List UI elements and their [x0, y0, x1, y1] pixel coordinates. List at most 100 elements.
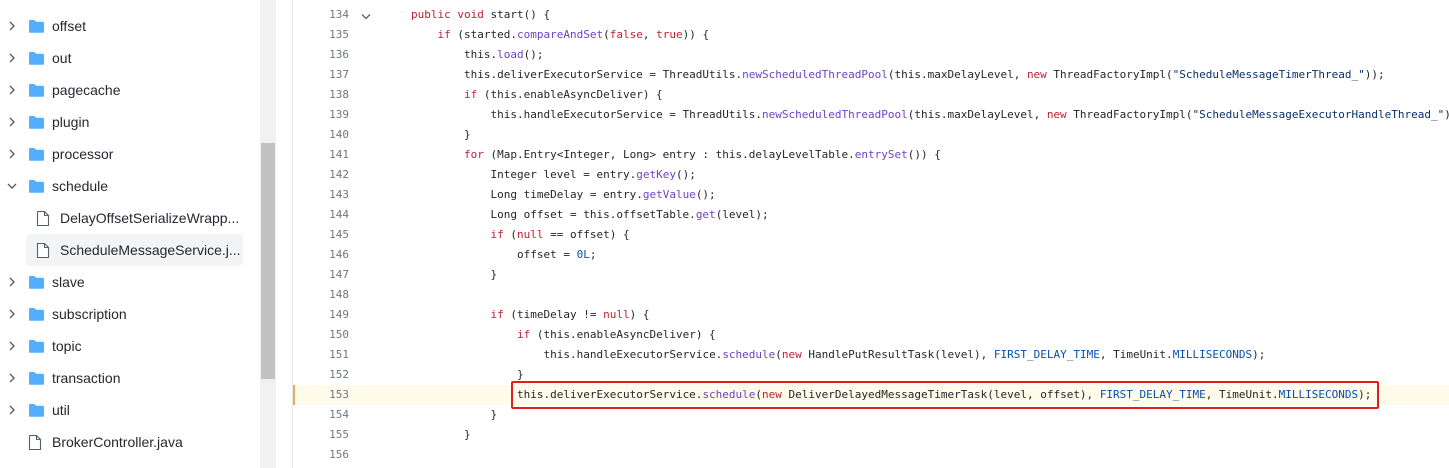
line-number[interactable]: 144: [293, 208, 349, 222]
line-number[interactable]: 156: [293, 448, 349, 462]
line-number[interactable]: 134: [293, 8, 349, 22]
code-token: ));: [1444, 108, 1449, 121]
tree-item-topic[interactable]: topic: [0, 330, 260, 362]
line-number[interactable]: 155: [293, 428, 349, 442]
code-token: if: [490, 228, 504, 241]
chevron-right-icon[interactable]: [4, 50, 20, 66]
code-text: }: [464, 428, 471, 442]
fold-chevron-icon[interactable]: [361, 11, 371, 20]
line-number[interactable]: 138: [293, 88, 349, 102]
code-token: ();: [675, 168, 696, 181]
line-number[interactable]: 154: [293, 408, 349, 422]
chevron-right-icon[interactable]: [4, 18, 20, 34]
code-token: ();: [695, 188, 716, 201]
tree-item-plugin[interactable]: plugin: [0, 106, 260, 138]
code-token: this.handleExecutorService.: [543, 348, 723, 361]
tree-item-util[interactable]: util: [0, 394, 260, 426]
code-token: if: [517, 328, 531, 341]
tree-item-offset[interactable]: offset: [0, 10, 260, 42]
file-icon: [36, 242, 50, 259]
code-text: this.handleExecutorService = ThreadUtils…: [491, 108, 1449, 122]
line-number[interactable]: 145: [293, 228, 349, 242]
line-number[interactable]: 142: [293, 168, 349, 182]
line-number[interactable]: 141: [293, 148, 349, 162]
chevron-right-icon[interactable]: [4, 146, 20, 162]
line-number[interactable]: 136: [293, 48, 349, 62]
chevron-right-icon[interactable]: [4, 306, 20, 322]
code-token: ThreadFactoryImpl(: [1066, 108, 1193, 121]
tree-item-processor[interactable]: processor: [0, 138, 260, 170]
chevron-right-icon[interactable]: [4, 114, 20, 130]
folder-icon: [28, 370, 45, 386]
line-number[interactable]: 140: [293, 128, 349, 142]
folder-icon: [28, 146, 45, 162]
line-number[interactable]: 153: [293, 388, 349, 402]
line-number[interactable]: 137: [293, 68, 349, 82]
code-line: 155}: [293, 425, 1449, 445]
chevron-right-icon[interactable]: [4, 82, 20, 98]
code-text: this.deliverExecutorService = ThreadUtil…: [464, 68, 1385, 82]
tree-item-label: processor: [52, 146, 114, 162]
code-text: this.handleExecutorService.schedule(new …: [544, 348, 1266, 362]
code-text: for (Map.Entry<Integer, Long> entry : th…: [464, 148, 941, 162]
line-number[interactable]: 150: [293, 328, 349, 342]
code-token: for: [464, 148, 484, 161]
code-token: get: [695, 208, 716, 221]
tree-item-brokercontroller-java[interactable]: BrokerController.java: [0, 426, 260, 458]
chevron-right-icon[interactable]: [4, 338, 20, 354]
line-number[interactable]: 149: [293, 308, 349, 322]
folder-icon: [28, 114, 45, 130]
code-text: Long timeDelay = entry.getValue();: [491, 188, 716, 202]
tree-item-schedule[interactable]: schedule: [0, 170, 260, 202]
tree-item-delayoffsetserializewrapp[interactable]: DelayOffsetSerializeWrapp...: [0, 202, 260, 234]
code-token: newScheduledThreadPool: [762, 108, 908, 121]
code-token: "ScheduleMessageExecutorHandleThread_": [1192, 108, 1445, 121]
tree-scrollbar-thumb[interactable]: [261, 143, 275, 379]
code-line: 134 public void start() {: [293, 5, 1449, 25]
code-line: 135 if (started.compareAndSet(false, true…: [293, 25, 1449, 45]
line-number[interactable]: 152: [293, 368, 349, 382]
chevron-down-icon[interactable]: [4, 178, 20, 194]
line-number[interactable]: 146: [293, 248, 349, 262]
code-token: (: [775, 348, 782, 361]
file-tree: offset out pagecache plugin processor schedul…: [0, 0, 260, 468]
code-token: }: [464, 428, 471, 441]
code-token: compareAndSet: [516, 28, 604, 41]
line-number[interactable]: 143: [293, 188, 349, 202]
code-token: new: [781, 348, 802, 361]
tree-item-pagecache[interactable]: pagecache: [0, 74, 260, 106]
line-number[interactable]: 148: [293, 288, 349, 302]
code-token: offset =: [517, 248, 577, 261]
code-token: start() {: [483, 8, 551, 21]
folder-icon: [28, 18, 45, 34]
tree-item-out[interactable]: out: [0, 42, 260, 74]
folder-icon: [28, 178, 45, 194]
code-token: load: [497, 48, 524, 61]
chevron-right-icon[interactable]: [4, 274, 20, 290]
line-number[interactable]: 135: [293, 28, 349, 42]
tree-item-slave[interactable]: slave: [0, 266, 260, 298]
line-number[interactable]: 151: [293, 348, 349, 362]
code-token: );: [1252, 348, 1266, 361]
code-token: (this.enableAsyncDeliver) {: [477, 88, 663, 101]
tree-item-transaction[interactable]: transaction: [0, 362, 260, 394]
code-token: == offset) {: [543, 228, 630, 241]
line-number[interactable]: 139: [293, 108, 349, 122]
code-token: (this.maxDelayLevel,: [887, 68, 1027, 81]
line-number[interactable]: 147: [293, 268, 349, 282]
chevron-right-icon[interactable]: [4, 370, 20, 386]
code-token: ,: [642, 28, 657, 41]
code-token: new: [1046, 108, 1067, 121]
code-token: ThreadFactoryImpl(: [1046, 68, 1173, 81]
code-line: 146 offset = 0L;: [293, 245, 1449, 265]
code-token: schedule: [722, 348, 776, 361]
chevron-right-icon[interactable]: [4, 402, 20, 418]
tree-item-schedulemessageservice-j[interactable]: ScheduleMessageService.j...: [0, 234, 260, 266]
code-line: 140}: [293, 125, 1449, 145]
tree-item-subscription[interactable]: subscription: [0, 298, 260, 330]
code-token: Long offset = this.offsetTable.: [490, 208, 696, 221]
folder-icon: [28, 306, 45, 322]
code-token: getValue: [642, 188, 696, 201]
code-text: Long offset = this.offsetTable.get(level…: [491, 208, 769, 222]
code-token: }: [490, 408, 498, 421]
